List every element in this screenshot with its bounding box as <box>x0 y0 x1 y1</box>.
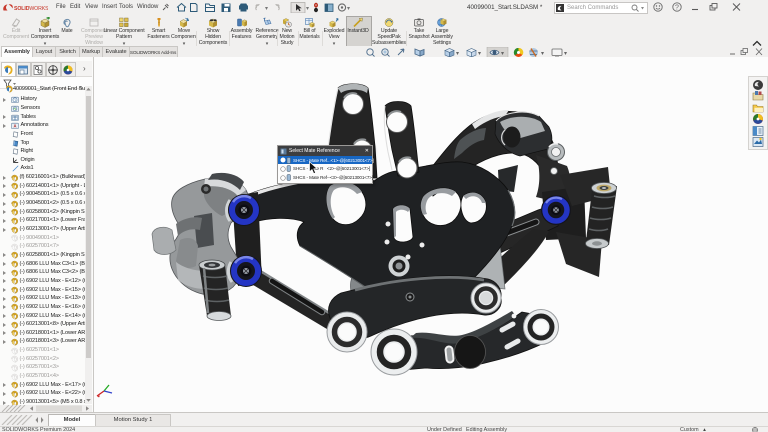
svg-text:SOLIDWORKS: SOLIDWORKS <box>14 6 48 12</box>
svg-text:▾: ▾ <box>456 51 459 57</box>
svg-text:▾: ▾ <box>564 51 567 57</box>
svg-text:▾: ▾ <box>541 51 544 57</box>
svg-text:▾: ▾ <box>501 51 504 57</box>
svg-text:▾: ▾ <box>265 6 268 12</box>
svg-text:▾: ▾ <box>478 51 481 57</box>
svg-text:▾: ▾ <box>347 6 350 12</box>
svg-text:?: ? <box>675 5 679 12</box>
svg-text:▾: ▾ <box>306 6 309 12</box>
